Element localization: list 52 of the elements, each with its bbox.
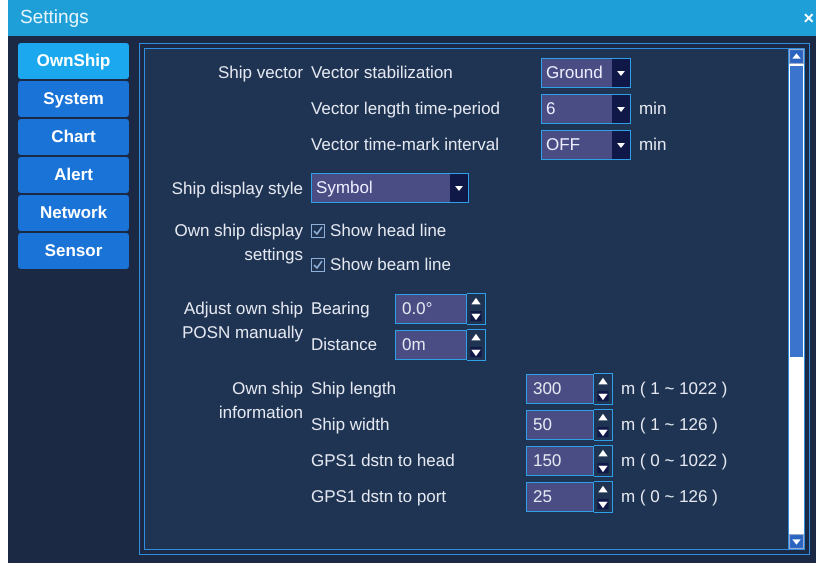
checkbox[interactable]: Show beam line [311,249,451,281]
section-label: Ship display style [170,178,303,200]
dropdown-caret-icon [612,131,630,159]
setting-label: Vector time-mark interval [311,134,500,156]
spinner-arrows-icon[interactable] [594,481,613,513]
number-field[interactable]: 25 [526,482,594,512]
sidebar-tab[interactable]: Chart [18,119,129,155]
number-field[interactable]: 300 [526,374,594,404]
dropdown-caret-icon [612,95,630,123]
sidebar-tab[interactable]: Sensor [18,233,129,269]
dropdown-caret-icon [612,59,630,87]
dropdown[interactable]: Ground [541,58,631,88]
setting-label: Ship width [311,414,390,436]
scrollbar-thumb[interactable] [790,66,803,358]
unit-label: m ( 1 ~ 126 ) [620,414,719,436]
unit-label: min [638,134,666,156]
dropdown-caret-icon [450,174,468,202]
sidebar-tab[interactable]: System [18,81,129,117]
setting-label: GPS1 dstn to port [311,486,448,508]
unit-label: min [638,98,666,120]
unit-label: m ( 1 ~ 1022 ) [620,378,728,400]
section-label: Own ship information [218,378,303,424]
number-field[interactable]: 0m [395,330,467,360]
setting-label: GPS1 dstn to head [311,450,456,472]
section-label: Ship vector [216,62,303,84]
checkbox[interactable]: Show head line [311,215,451,247]
spinner-arrows-icon[interactable] [594,373,613,405]
scroll-up-icon[interactable] [789,49,804,64]
setting-label: Ship length [311,378,398,400]
dropdown[interactable]: 6 [541,94,631,124]
number-field[interactable]: 50 [526,410,594,440]
scrollbar[interactable] [788,49,804,549]
number-field[interactable]: 150 [526,446,594,476]
section-label: Own ship display settings [173,220,303,266]
unit-label: m ( 0 ~ 126 ) [620,486,719,508]
setting-label: Vector stabilization [311,62,454,84]
dropdown[interactable]: Symbol [311,173,469,203]
setting-label: Bearing [311,298,371,320]
setting-label: Vector length time-period [311,98,501,120]
spinner-arrows-icon[interactable] [594,445,613,477]
section-label: Adjust own ship POSN manually [181,298,303,344]
sidebar-tab[interactable]: Network [18,195,129,231]
spinner-arrows-icon[interactable] [594,409,613,441]
number-field[interactable]: 0.0° [395,294,467,324]
window-title: Settings [20,7,89,29]
sidebar-tab[interactable]: Alert [18,157,129,193]
spinner-arrows-icon[interactable] [467,329,486,361]
scroll-down-icon[interactable] [789,534,804,549]
spinner-arrows-icon[interactable] [467,293,486,325]
unit-label: m ( 0 ~ 1022 ) [620,450,728,472]
setting-label: Distance [311,334,378,356]
dropdown[interactable]: OFF [541,130,631,160]
